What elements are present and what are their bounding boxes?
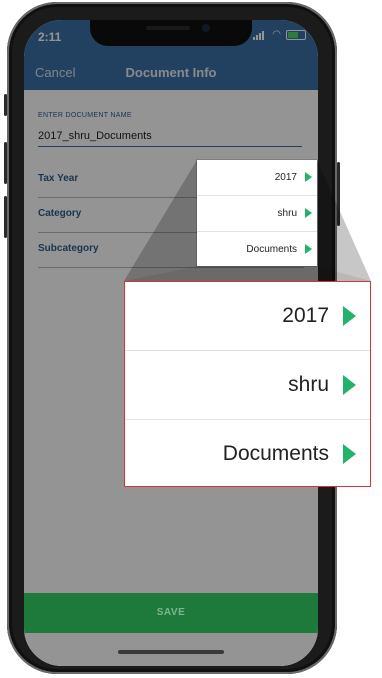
volume-up-button (4, 142, 7, 184)
volume-down-button (4, 196, 7, 238)
category-value-row[interactable]: shru (197, 196, 317, 232)
highlight-values-panel: 2017 shru Documents (197, 160, 317, 266)
chevron-right-icon (343, 306, 356, 326)
zoom-tax-year-value: 2017 (282, 304, 329, 327)
chevron-right-icon (343, 444, 356, 464)
zoomed-values-callout: 2017 shru Documents (124, 281, 371, 487)
subcategory-value-row[interactable]: Documents (197, 232, 317, 267)
home-indicator (118, 650, 224, 654)
zoom-category-row[interactable]: shru (125, 351, 370, 420)
zoom-category-value: shru (288, 373, 329, 396)
zoom-tax-year-row[interactable]: 2017 (125, 282, 370, 351)
silent-switch (4, 94, 7, 116)
subcategory-value: Documents (246, 244, 297, 255)
tax-year-value-row[interactable]: 2017 (197, 160, 317, 196)
zoom-subcategory-value: Documents (222, 442, 329, 465)
save-button[interactable]: SAVE (24, 593, 318, 633)
chevron-right-icon (305, 172, 312, 182)
tax-year-value: 2017 (274, 172, 297, 183)
chevron-right-icon (305, 244, 312, 254)
chevron-right-icon (305, 208, 312, 218)
power-button (337, 162, 340, 226)
category-value: shru (277, 208, 297, 219)
chevron-right-icon (343, 375, 356, 395)
zoom-subcategory-row[interactable]: Documents (125, 420, 370, 488)
